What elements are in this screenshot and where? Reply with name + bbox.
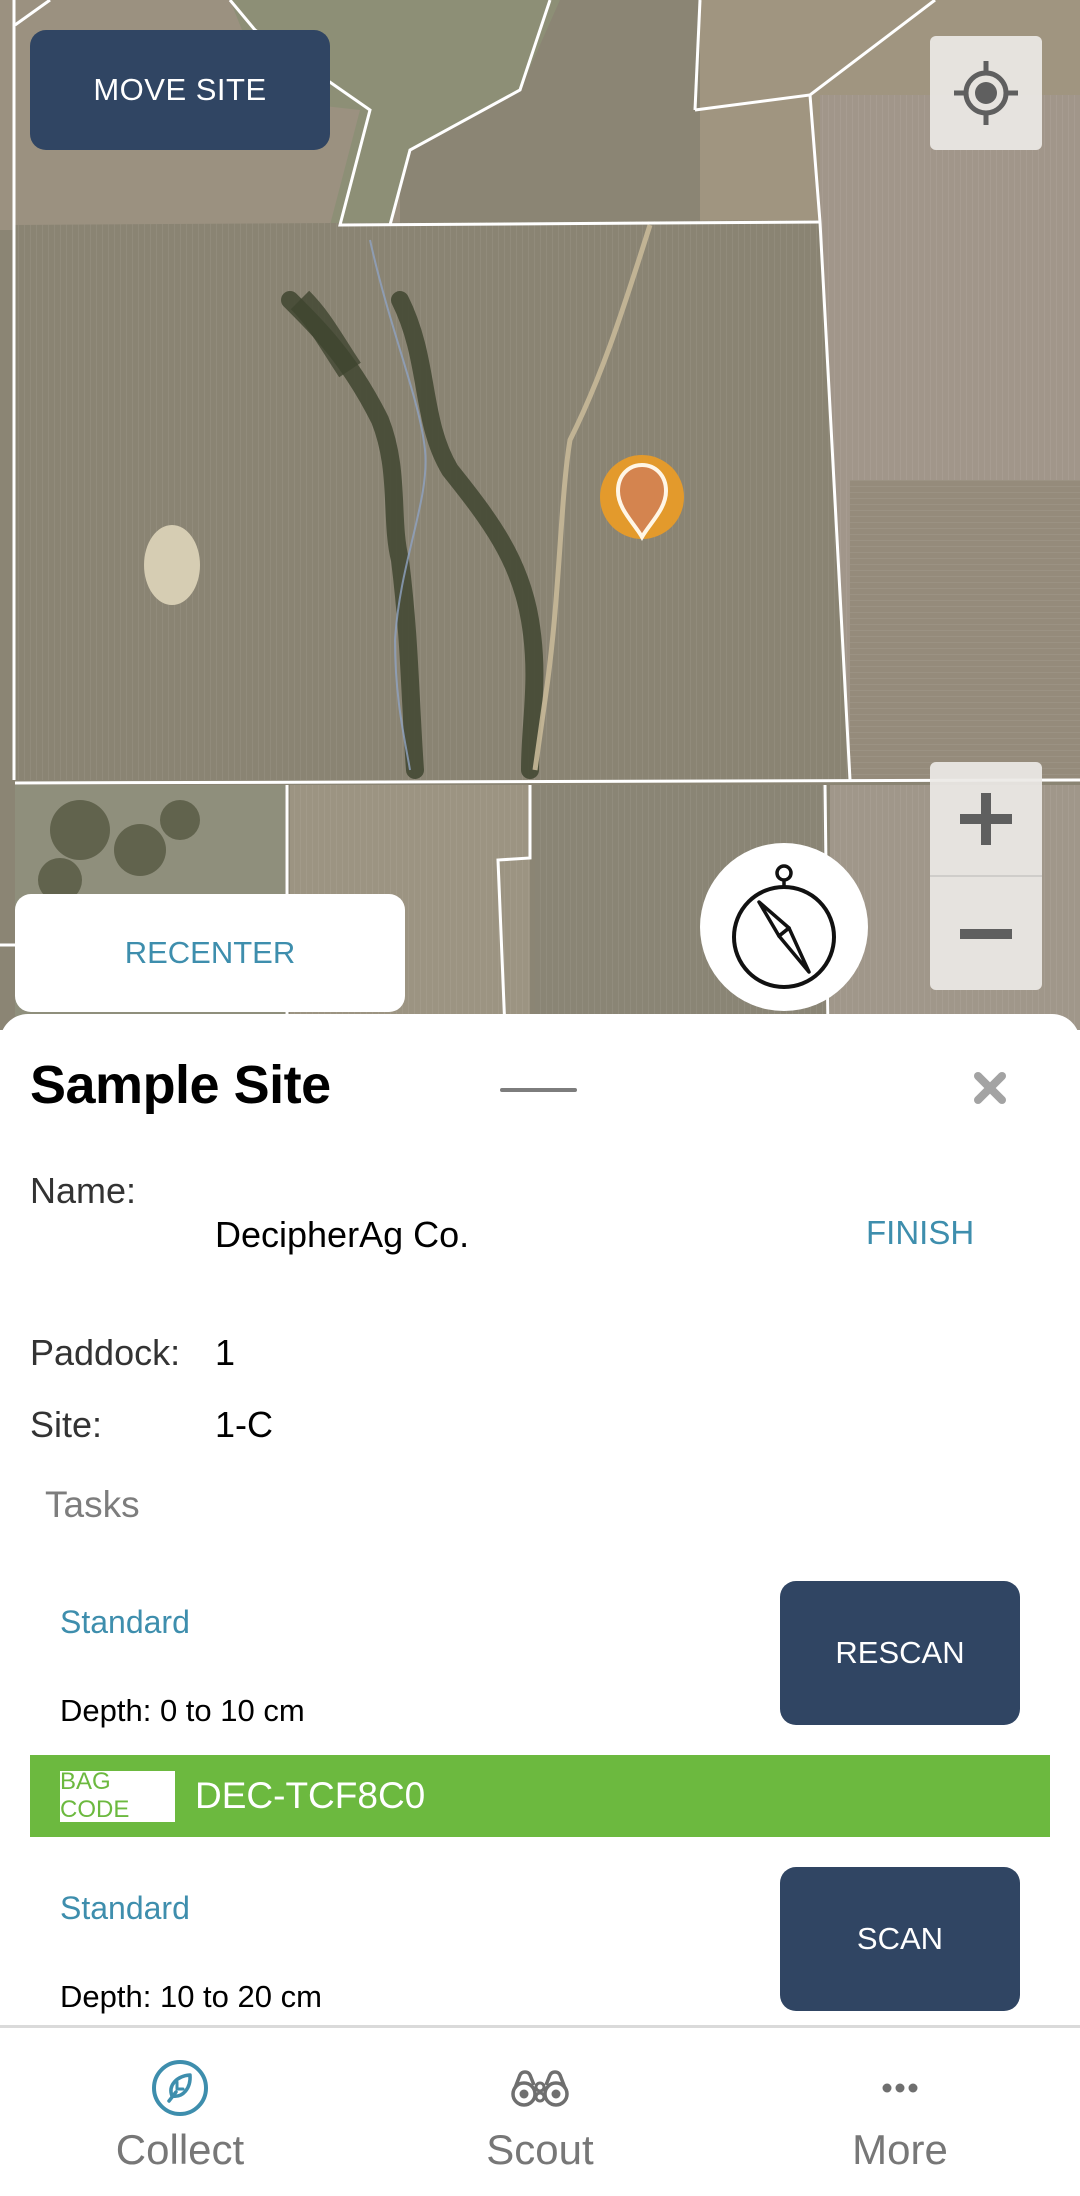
- tasks-heading: Tasks: [45, 1484, 140, 1525]
- site-value: 1-C: [215, 1404, 274, 1445]
- scan-button[interactable]: SCAN: [780, 1867, 1020, 2011]
- nav-label-more: More: [852, 2126, 948, 2173]
- bag-code-bar: BAG CODE DEC-TCF8C0: [30, 1755, 1050, 1837]
- nav-item-collect[interactable]: Collect: [0, 2028, 360, 2196]
- paddock-value: 1: [215, 1332, 236, 1373]
- sheet-title: Sample Site: [30, 1055, 331, 1115]
- my-location-icon: [954, 61, 1018, 125]
- more-icon: [882, 2083, 918, 2093]
- plus-icon: [960, 792, 1012, 845]
- compass-button[interactable]: [700, 843, 868, 1011]
- satellite-map[interactable]: MOVE SITE RECENTER: [0, 0, 1080, 1030]
- map-pin-icon: [600, 455, 684, 542]
- name-value: DecipherAg Co.: [215, 1214, 470, 1255]
- move-site-button[interactable]: MOVE SITE: [30, 30, 330, 150]
- map-imagery: [0, 0, 1080, 1030]
- recenter-button[interactable]: RECENTER: [15, 894, 405, 1012]
- minus-icon: [960, 928, 1012, 939]
- bag-code-label: BAG CODE: [60, 1768, 175, 1823]
- task-type: Standard: [60, 1890, 190, 1926]
- recenter-label: RECENTER: [124, 935, 296, 970]
- site-label: Site:: [30, 1404, 103, 1445]
- move-site-label: MOVE SITE: [93, 72, 267, 107]
- scan-label: SCAN: [856, 1921, 944, 1956]
- nav-label-scout: Scout: [486, 2126, 594, 2173]
- compass-icon: [732, 864, 836, 989]
- task-type: Standard: [60, 1604, 190, 1640]
- zoom-in-button[interactable]: [930, 762, 1042, 875]
- sheet-drag-handle[interactable]: [500, 1088, 577, 1092]
- task-depth: Depth: 0 to 10 cm: [60, 1693, 305, 1728]
- site-marker[interactable]: [598, 453, 686, 542]
- rescan-button[interactable]: RESCAN: [780, 1581, 1020, 1725]
- sample-site-sheet: Sample Site Name: DecipherAg Co. FINISH …: [0, 1014, 1080, 2026]
- zoom-out-button[interactable]: [930, 877, 1042, 990]
- zoom-controls: [930, 762, 1042, 990]
- rescan-label: RESCAN: [835, 1635, 965, 1670]
- name-label: Name:: [30, 1170, 137, 1211]
- binoculars-icon: [511, 2070, 569, 2107]
- close-icon: [974, 1072, 1006, 1104]
- close-button[interactable]: [966, 1064, 1014, 1112]
- paddock-label: Paddock:: [30, 1332, 181, 1373]
- leaf-icon: [152, 2060, 208, 2116]
- my-location-button[interactable]: [930, 36, 1042, 150]
- bag-code-value: DEC-TCF8C0: [195, 1775, 426, 1816]
- nav-label-collect: Collect: [115, 2126, 245, 2173]
- nav-item-scout[interactable]: Scout: [360, 2028, 720, 2196]
- bottom-navigation: Collect Scout More: [0, 2025, 1080, 2196]
- finish-button[interactable]: FINISH: [866, 1214, 974, 1252]
- nav-item-more[interactable]: More: [720, 2028, 1080, 2196]
- task-depth: Depth: 10 to 20 cm: [60, 1979, 322, 2014]
